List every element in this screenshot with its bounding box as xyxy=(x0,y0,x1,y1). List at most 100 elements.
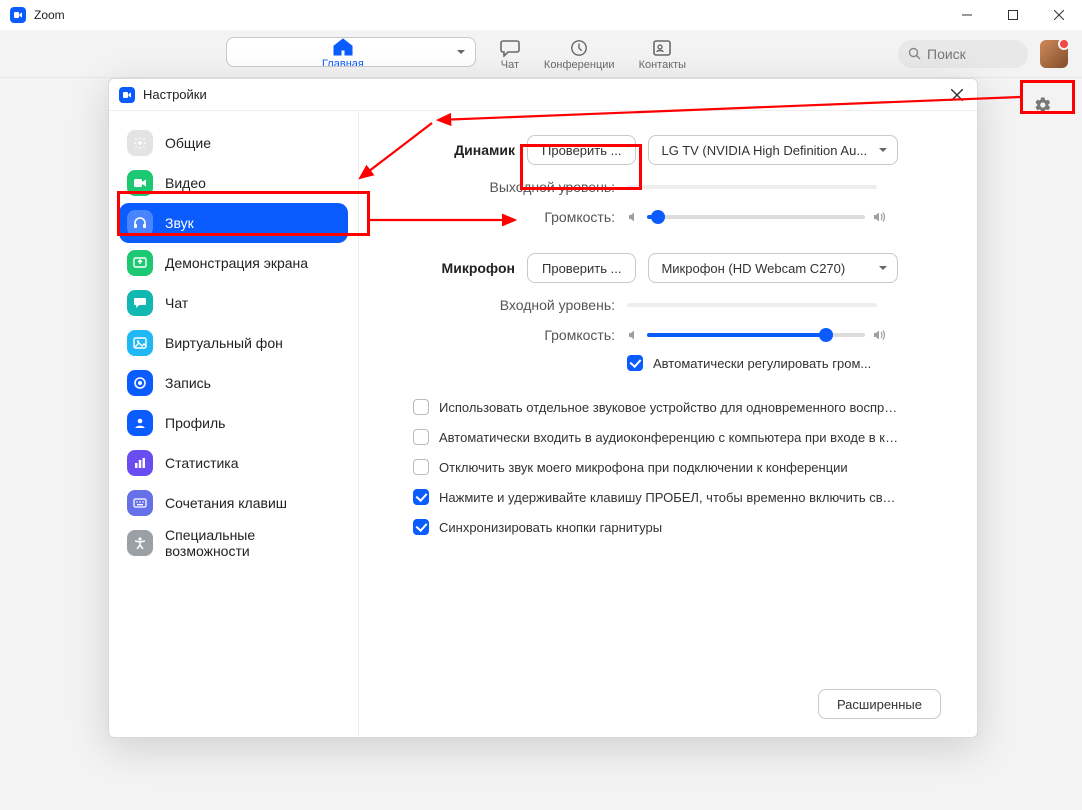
sync-headset-check[interactable]: Синхронизировать кнопки гарнитуры xyxy=(413,519,941,535)
settings-button[interactable] xyxy=(1026,88,1060,122)
test-mic-button[interactable]: Проверить ... xyxy=(527,253,636,283)
checkbox-icon xyxy=(413,519,429,535)
output-level-label: Выходной уровень: xyxy=(395,179,615,195)
sidebar-item-label: Чат xyxy=(165,295,188,311)
tab-label: Чат xyxy=(501,59,519,71)
sidebar-item-record[interactable]: Запись xyxy=(119,363,348,403)
sidebar-item-label: Специальные возможности xyxy=(165,527,340,559)
tab-home[interactable]: Главная xyxy=(226,37,476,67)
volume-high-icon xyxy=(873,329,887,341)
main-toolbar: Главная Чат Конференции Контакты Поиск xyxy=(0,30,1082,78)
select-value: LG TV (NVIDIA High Definition Au... xyxy=(661,143,867,158)
image-icon xyxy=(127,330,153,356)
sidebar-item-shortcuts[interactable]: Сочетания клавиш xyxy=(119,483,348,523)
search-input[interactable]: Поиск xyxy=(898,40,1028,68)
window-title: Zoom xyxy=(34,8,65,22)
sidebar-item-label: Запись xyxy=(165,375,211,391)
title-bar: Zoom xyxy=(0,0,1082,30)
stats-icon xyxy=(127,450,153,476)
settings-sidebar: Общие Видео Звук Демонстрация экрана Чат… xyxy=(109,111,359,737)
zoom-logo-icon xyxy=(10,7,26,23)
mic-volume-label: Громкость: xyxy=(395,327,615,343)
sidebar-item-vbg[interactable]: Виртуальный фон xyxy=(119,323,348,363)
modal-header: Настройки xyxy=(109,79,977,111)
sidebar-item-label: Звук xyxy=(165,215,194,231)
sidebar-item-general[interactable]: Общие xyxy=(119,123,348,163)
home-icon xyxy=(333,38,353,56)
check-label: Использовать отдельное звуковое устройст… xyxy=(439,400,899,415)
input-level-meter xyxy=(627,303,877,307)
mic-volume-slider[interactable] xyxy=(627,329,887,341)
tab-meetings[interactable]: Конференции xyxy=(544,37,615,71)
accessibility-icon xyxy=(127,530,153,556)
checkbox-icon xyxy=(413,489,429,505)
video-icon xyxy=(127,170,153,196)
auto-adjust-check[interactable]: Автоматически регулировать гром... xyxy=(627,355,941,371)
avatar[interactable] xyxy=(1040,40,1068,68)
checkbox-icon xyxy=(413,459,429,475)
tab-label: Контакты xyxy=(639,59,687,71)
contacts-icon xyxy=(652,39,672,57)
tab-chat[interactable]: Чат xyxy=(500,37,520,71)
maximize-button[interactable] xyxy=(990,0,1036,30)
tab-label: Конференции xyxy=(544,59,615,71)
keyboard-icon xyxy=(127,490,153,516)
checkbox-icon xyxy=(413,429,429,445)
volume-low-icon xyxy=(627,211,639,223)
tab-contacts[interactable]: Контакты xyxy=(639,37,687,71)
sidebar-item-label: Демонстрация экрана xyxy=(165,255,308,271)
push-to-talk-check[interactable]: Нажмите и удерживайте клавишу ПРОБЕЛ, чт… xyxy=(413,489,941,505)
input-level-label: Входной уровень: xyxy=(395,297,615,313)
sidebar-item-chat[interactable]: Чат xyxy=(119,283,348,323)
speaker-label: Динамик xyxy=(395,142,515,158)
sidebar-item-label: Статистика xyxy=(165,455,239,471)
gear-icon xyxy=(1034,96,1052,114)
btn-label: Проверить ... xyxy=(542,143,621,158)
chat-icon xyxy=(500,39,520,57)
modal-title: Настройки xyxy=(143,87,207,102)
clock-icon xyxy=(569,39,589,57)
speaker-volume-slider[interactable] xyxy=(627,211,887,223)
chat-icon xyxy=(127,290,153,316)
mic-label: Микрофон xyxy=(395,260,515,276)
volume-low-icon xyxy=(627,329,639,341)
search-icon xyxy=(908,47,921,60)
close-button[interactable] xyxy=(1036,0,1082,30)
checkbox-icon xyxy=(627,355,643,371)
sidebar-item-label: Профиль xyxy=(165,415,225,431)
record-icon xyxy=(127,370,153,396)
sidebar-item-profile[interactable]: Профиль xyxy=(119,403,348,443)
speaker-volume-label: Громкость: xyxy=(395,209,615,225)
auto-join-audio-check[interactable]: Автоматически входить в аудиоконференцию… xyxy=(413,429,941,445)
zoom-logo-icon xyxy=(119,87,135,103)
minimize-button[interactable] xyxy=(944,0,990,30)
test-speaker-button[interactable]: Проверить ... xyxy=(527,135,636,165)
sidebar-item-a11y[interactable]: Специальные возможности xyxy=(119,523,348,563)
tab-label: Главная xyxy=(322,58,364,67)
mic-device-select[interactable]: Микрофон (HD Webcam C270) xyxy=(648,253,898,283)
advanced-button[interactable]: Расширенные xyxy=(818,689,941,719)
check-label: Синхронизировать кнопки гарнитуры xyxy=(439,520,662,535)
sidebar-item-label: Видео xyxy=(165,175,206,191)
speaker-device-select[interactable]: LG TV (NVIDIA High Definition Au... xyxy=(648,135,898,165)
share-screen-icon xyxy=(127,250,153,276)
check-label: Автоматически регулировать гром... xyxy=(653,356,871,371)
sidebar-item-audio[interactable]: Звук xyxy=(119,203,348,243)
audio-settings-panel: Динамик Проверить ... LG TV (NVIDIA High… xyxy=(359,111,977,737)
sidebar-item-label: Общие xyxy=(165,135,211,151)
modal-close-button[interactable] xyxy=(947,85,967,105)
sidebar-item-video[interactable]: Видео xyxy=(119,163,348,203)
select-value: Микрофон (HD Webcam C270) xyxy=(661,261,845,276)
user-icon xyxy=(127,410,153,436)
mute-on-join-check[interactable]: Отключить звук моего микрофона при подкл… xyxy=(413,459,941,475)
gear-icon xyxy=(127,130,153,156)
headphones-icon xyxy=(127,210,153,236)
settings-modal: Настройки Общие Видео Звук Демонстрация … xyxy=(108,78,978,738)
sidebar-item-share[interactable]: Демонстрация экрана xyxy=(119,243,348,283)
sidebar-item-stats[interactable]: Статистика xyxy=(119,443,348,483)
check-label: Автоматически входить в аудиоконференцию… xyxy=(439,430,899,445)
volume-high-icon xyxy=(873,211,887,223)
checkbox-icon xyxy=(413,399,429,415)
check-label: Отключить звук моего микрофона при подкл… xyxy=(439,460,848,475)
separate-device-check[interactable]: Использовать отдельное звуковое устройст… xyxy=(413,399,941,415)
